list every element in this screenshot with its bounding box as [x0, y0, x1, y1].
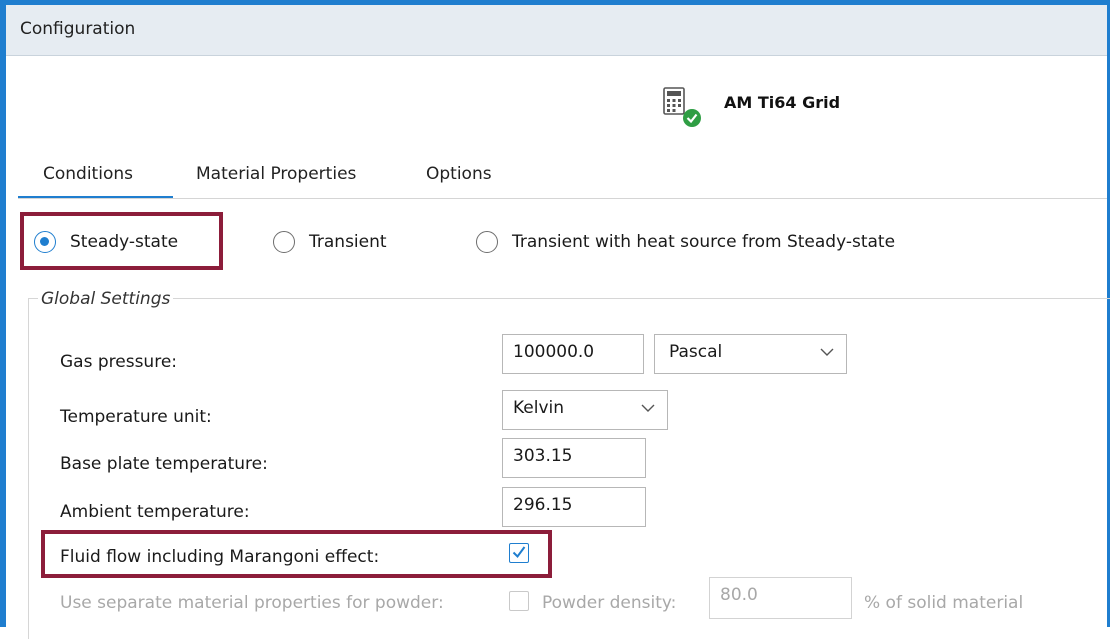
ambient-temperature-label: Ambient temperature: [60, 502, 250, 522]
active-tab-indicator [18, 196, 173, 198]
highlight-box-fluid-flow [41, 530, 552, 578]
radio-indicator [476, 231, 498, 253]
powder-density-unit: % of solid material [864, 593, 1024, 613]
gas-pressure-label: Gas pressure: [60, 352, 178, 372]
tab-conditions[interactable]: Conditions [43, 164, 133, 184]
powder-density-input[interactable]: 80.0 [709, 577, 852, 619]
radio-transient-label: Transient [309, 232, 387, 252]
gas-pressure-unit-select[interactable]: Pascal [654, 334, 847, 374]
temperature-unit-value: Kelvin [513, 398, 565, 418]
global-settings-title: Global Settings [38, 289, 174, 309]
window-frame-left [0, 0, 6, 627]
ambient-temperature-input[interactable]: 296.15 [502, 487, 646, 527]
window-title: Configuration [20, 19, 136, 39]
tab-strip-divider [18, 198, 1107, 199]
powder-density-label: Powder density: [542, 593, 677, 613]
base-plate-temperature-label: Base plate temperature: [60, 454, 268, 474]
radio-transient-from-steady-state-label: Transient with heat source from Steady-s… [512, 232, 896, 252]
radio-indicator [273, 231, 295, 253]
temperature-unit-select[interactable]: Kelvin [502, 390, 668, 430]
chevron-down-icon [641, 404, 655, 412]
separate-powder-label: Use separate material properties for pow… [60, 593, 444, 613]
gas-pressure-input[interactable]: 100000.0 [502, 334, 644, 374]
tab-material-properties[interactable]: Material Properties [196, 164, 356, 184]
calculator-check-icon [663, 87, 701, 127]
separate-powder-checkbox[interactable] [509, 591, 529, 611]
calculation-name: AM Ti64 Grid [724, 93, 841, 112]
title-bar: Configuration [6, 5, 1107, 56]
highlight-box-steady-state [20, 212, 223, 270]
chevron-down-icon [820, 348, 834, 356]
temperature-unit-label: Temperature unit: [60, 407, 212, 427]
gas-pressure-unit-value: Pascal [669, 342, 723, 362]
base-plate-temperature-input[interactable]: 303.15 [502, 438, 646, 478]
tab-options[interactable]: Options [426, 164, 492, 184]
